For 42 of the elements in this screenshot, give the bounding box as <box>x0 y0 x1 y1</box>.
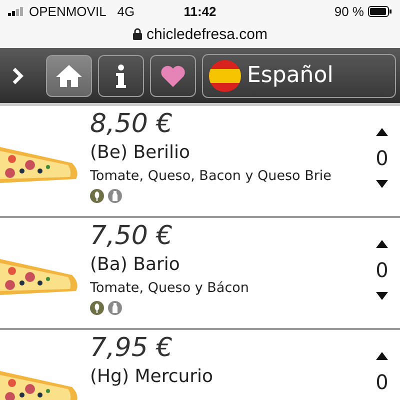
battery-percent: 90 % <box>334 4 364 18</box>
signal-icon <box>8 6 24 16</box>
network-type: 4G <box>117 4 135 18</box>
favorites-button[interactable] <box>150 54 196 96</box>
increase-button[interactable] <box>374 238 390 250</box>
quantity-value: 0 <box>376 370 388 394</box>
spain-flag-icon <box>209 60 241 92</box>
dairy-icon <box>108 189 122 203</box>
battery-icon <box>368 6 392 16</box>
decrease-button[interactable] <box>374 290 390 302</box>
item-price: 7,95 € <box>90 332 174 364</box>
item-name: (Hg) Mercurio <box>90 365 214 389</box>
item-description: Tomate, Queso y Bácon <box>90 279 250 298</box>
decrease-button[interactable] <box>374 178 390 190</box>
home-icon <box>55 64 83 88</box>
down-triangle-icon <box>376 292 388 300</box>
info-button[interactable] <box>98 54 144 96</box>
up-triangle-icon <box>376 128 388 136</box>
item-name: (Ba) Bario <box>90 253 181 277</box>
home-button[interactable] <box>46 54 92 96</box>
lock-icon <box>132 28 142 40</box>
chevron-right-icon[interactable] <box>12 66 24 84</box>
item-description: Tomate, Queso, Bacon y Queso Brie <box>90 167 332 186</box>
up-triangle-icon <box>376 240 388 248</box>
carrier-name: OPENMOVIL <box>29 4 106 18</box>
item-price: 8,50 € <box>90 108 174 140</box>
info-icon <box>115 64 127 88</box>
gluten-icon <box>90 301 104 315</box>
quantity-value: 0 <box>376 258 388 282</box>
gluten-icon <box>90 189 104 203</box>
increase-button[interactable] <box>374 126 390 138</box>
dairy-icon <box>108 301 122 315</box>
down-triangle-icon <box>376 180 388 188</box>
clock-time: 11:42 <box>184 4 216 18</box>
heart-icon <box>160 64 186 86</box>
quantity-value: 0 <box>376 146 388 170</box>
up-triangle-icon <box>376 352 388 360</box>
item-price: 7,50 € <box>90 220 174 252</box>
language-button[interactable]: Español <box>202 54 396 98</box>
increase-button[interactable] <box>374 350 390 362</box>
item-name: (Be) Berilio <box>90 141 192 165</box>
url-text[interactable]: chicledefresa.com <box>146 26 268 42</box>
